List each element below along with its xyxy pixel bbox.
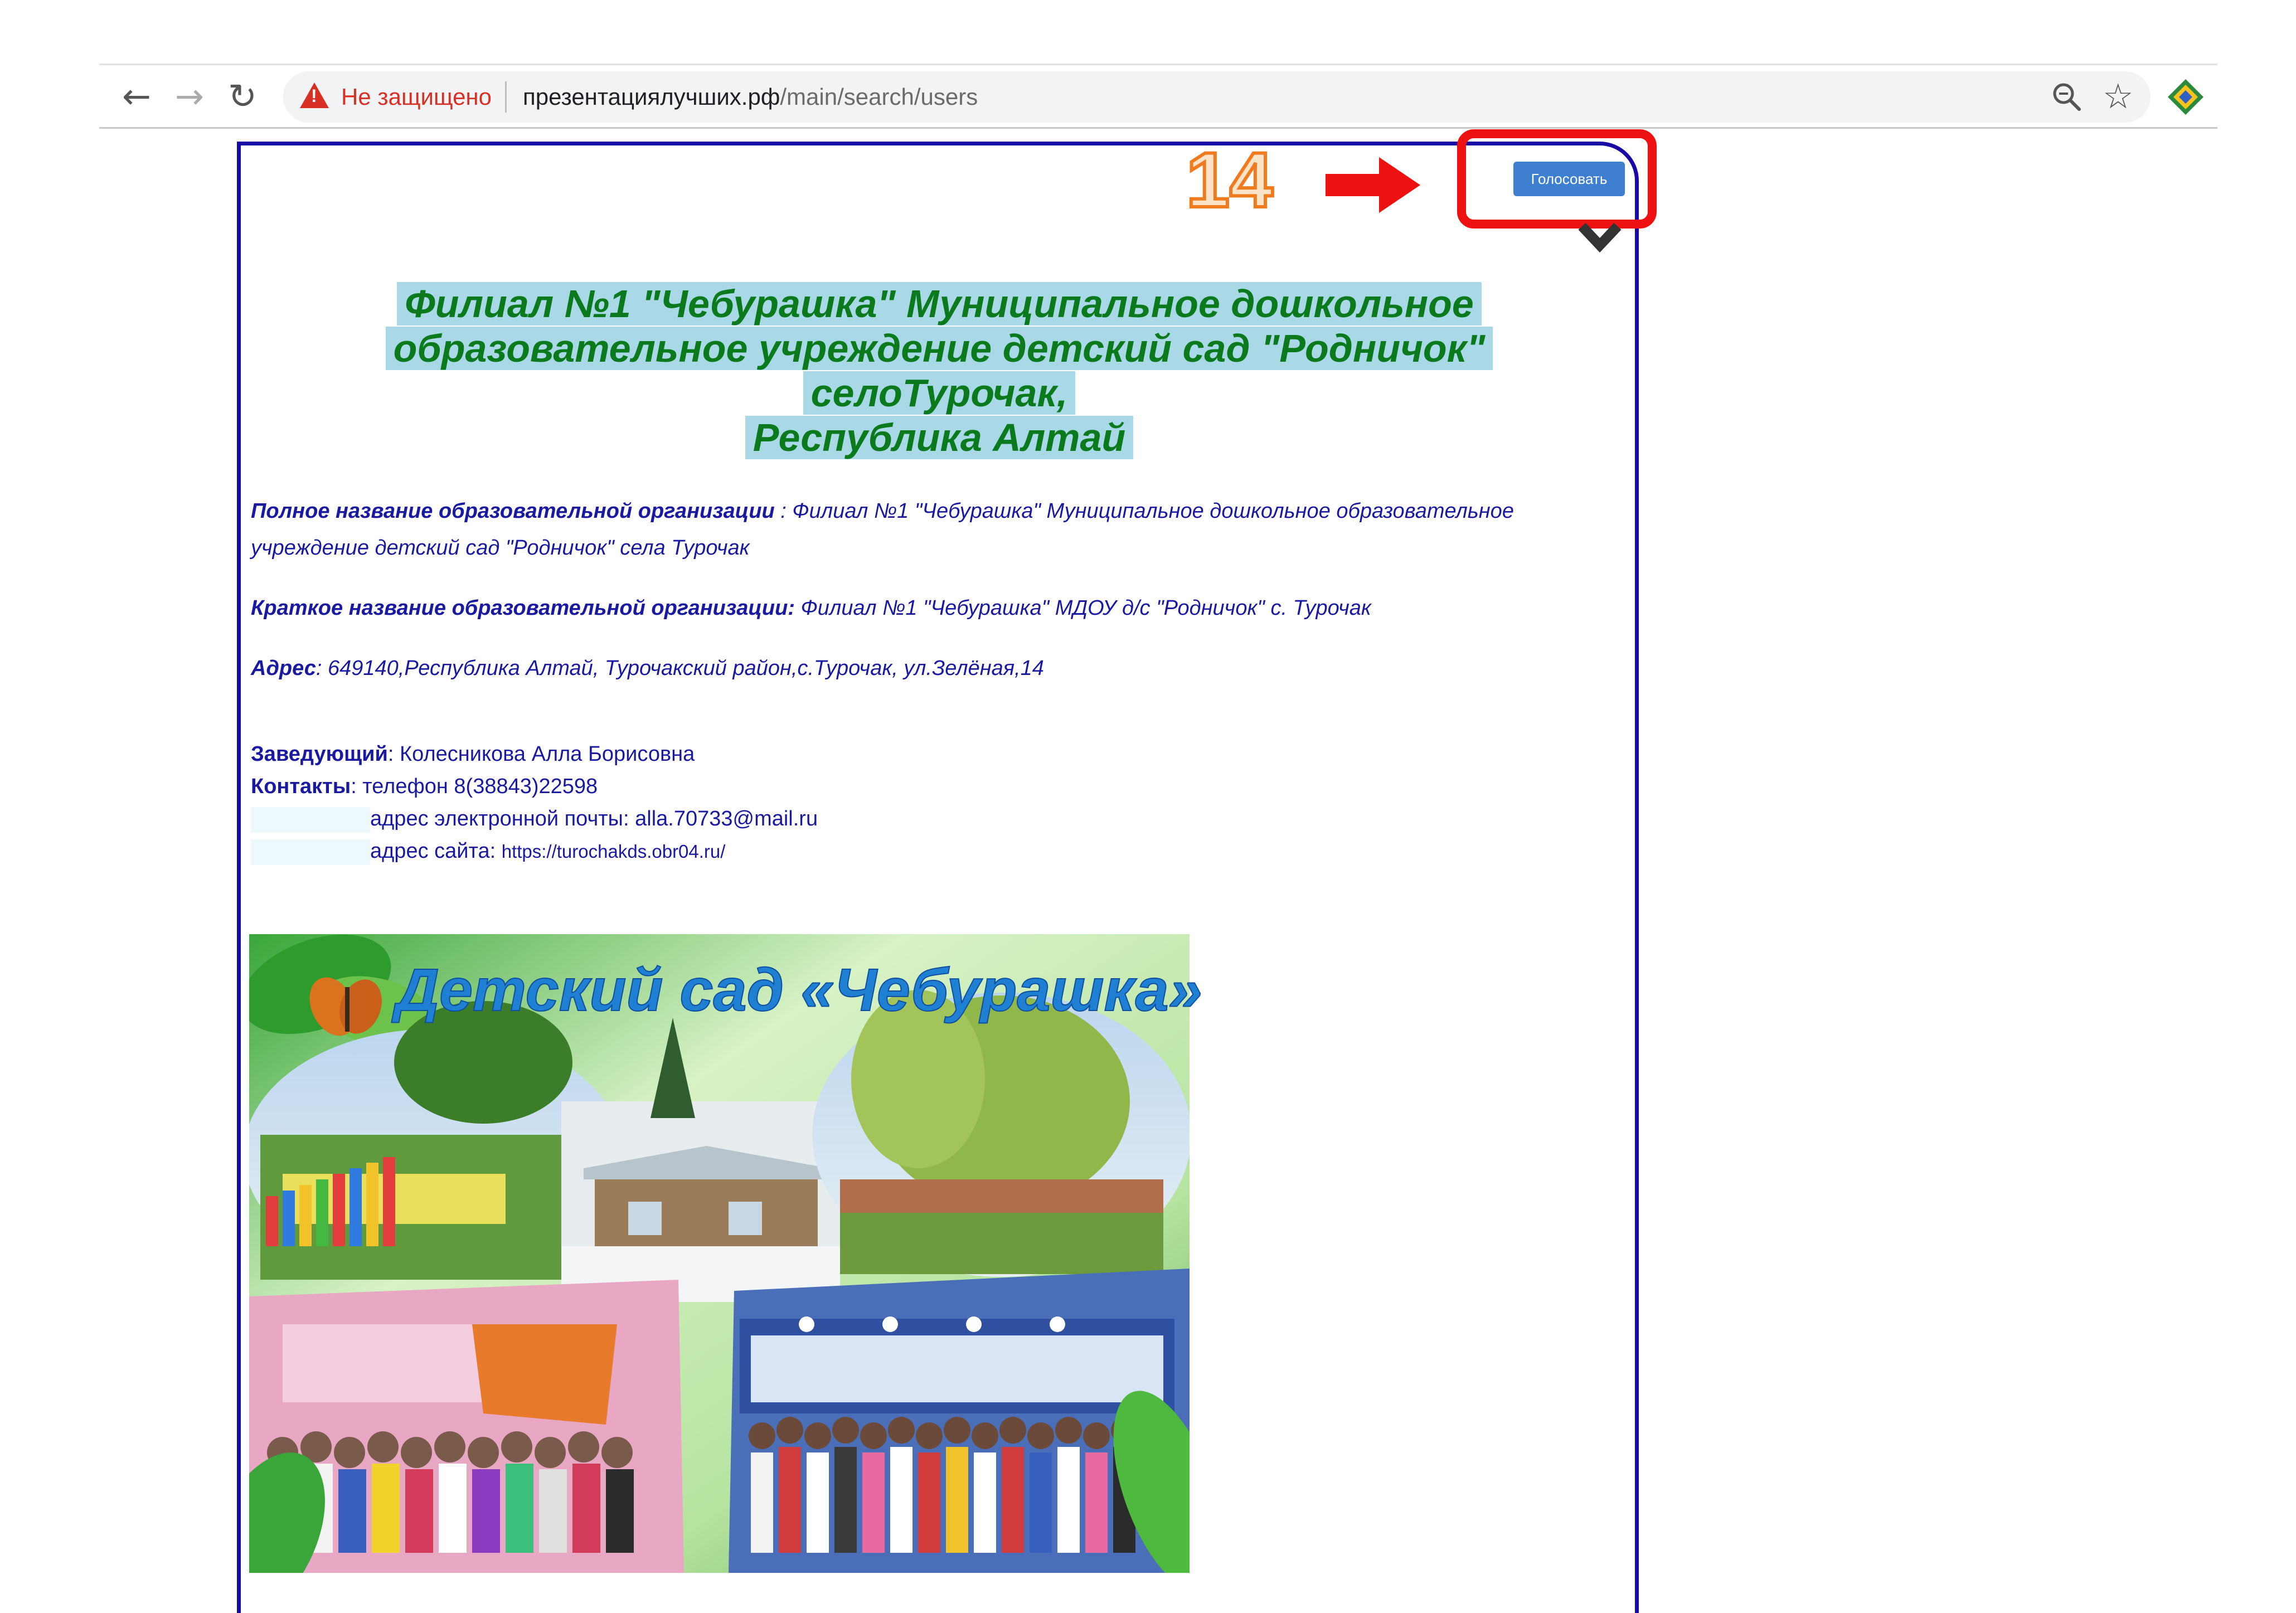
contacts-value: : телефон 8(38843)22598 [351,775,598,798]
head-value: : Колесникова Алла Борисовна [387,742,695,766]
site-row: адрес сайта: https://turochakds.obr04.ru… [251,835,725,868]
indent-spacer [251,839,370,865]
site-prefix: адрес сайта: [370,839,502,863]
collage-title: Детский сад «Чебурашка» [395,956,1203,1024]
window-top-border [99,64,2217,65]
step-number: 14 [1185,136,1275,224]
full-name-label: Полное название образовательной организа… [251,499,775,523]
vote-button[interactable]: Голосовать [1513,162,1625,196]
email-text[interactable]: адрес электронной почты: alla.70733@mail… [370,807,818,830]
full-name-row: Полное название образовательной организа… [251,493,1633,566]
address-label: Адрес [251,657,316,680]
security-label[interactable]: Не защищено [341,81,492,113]
title-line: Филиал №1 "Чебурашка" Муниципальное дошк… [397,282,1482,325]
url-host: презентациялучших.рф [523,84,780,110]
title-line: образовательное учреждение детский сад "… [385,327,1493,370]
title-line: Республика Алтай [745,416,1134,459]
indent-spacer [251,807,370,833]
chevron-down-icon[interactable] [1577,218,1622,258]
toolbar-divider [99,127,2217,129]
url-text[interactable]: презентациялучших.рф/main/search/users [523,81,978,113]
forward-icon[interactable]: → [167,74,212,118]
address-value: : 649140,Республика Алтай, Турочакский р… [315,657,1044,680]
star-icon[interactable]: ☆ [2103,77,2134,116]
reload-icon[interactable]: ↻ [220,74,265,118]
short-name-label: Краткое название образовательной организ… [251,596,795,620]
site-link[interactable]: https://turochakds.obr04.ru/ [502,841,726,862]
page-title: Филиал №1 "Чебурашка" Муниципальное дошк… [301,281,1577,460]
warning-icon [300,82,329,108]
short-name-value: Филиал №1 "Чебурашка" МДОУ д/с "Родничок… [795,596,1371,620]
url-path: /main/search/users [780,84,978,110]
address-row: Адрес: 649140,Республика Алтай, Турочакс… [251,650,1633,687]
contacts-row: Контакты: телефон 8(38843)22598 [251,770,598,803]
extension-icon[interactable] [2166,77,2206,117]
back-icon[interactable]: ← [114,74,159,118]
email-row: адрес электронной почты: alla.70733@mail… [251,803,818,835]
short-name-row: Краткое название образовательной организ… [251,590,1633,626]
kindergarten-collage-image [249,934,1190,1573]
red-arrow-icon [1326,157,1420,213]
title-line: селоТурочак, [803,371,1076,415]
url-separator [505,81,507,113]
head-row: Заведующий: Колесникова Алла Борисовна [251,738,695,770]
zoom-icon[interactable] [2051,81,2083,113]
contacts-label: Контакты [251,775,351,798]
head-label: Заведующий [251,742,388,766]
